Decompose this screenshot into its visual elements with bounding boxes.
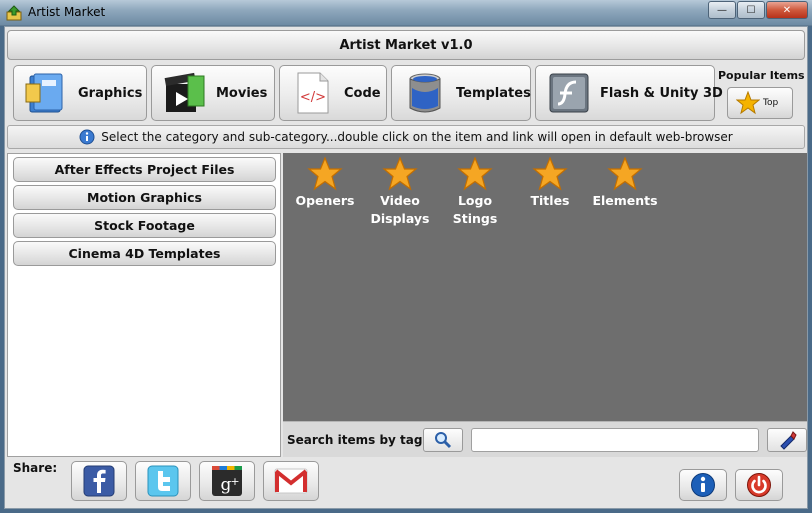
star-icon: [307, 157, 343, 191]
info-icon: [691, 473, 715, 497]
top-items-button[interactable]: Top: [727, 87, 793, 119]
item-label: Openers: [295, 193, 355, 208]
eraser-pen-icon: [780, 431, 797, 450]
item-video-displays[interactable]: Video Displays: [362, 157, 438, 227]
category-templates-button[interactable]: Templates: [391, 65, 531, 121]
item-label: Titles: [530, 193, 570, 208]
graphics-book-icon: [25, 73, 63, 113]
star-icon: [457, 157, 493, 191]
item-label: Logo: [457, 193, 493, 208]
subcategory-cinema-4d-button[interactable]: Cinema 4D Templates: [13, 241, 276, 266]
clear-search-button[interactable]: [767, 428, 807, 452]
item-logo-stings[interactable]: Logo Stings: [437, 157, 513, 227]
item-label-line2: Stings: [452, 211, 498, 226]
share-twitter-button[interactable]: [135, 461, 191, 501]
item-elements[interactable]: Elements: [587, 157, 663, 211]
hint-text: Select the category and sub-category...d…: [101, 130, 733, 144]
about-info-button[interactable]: [679, 469, 727, 501]
item-titles[interactable]: Titles: [512, 157, 588, 211]
star-icon: [607, 157, 643, 191]
top-button-label: Top: [763, 98, 779, 108]
star-icon: [382, 157, 418, 191]
share-gmail-button[interactable]: [263, 461, 319, 501]
category-label: Code: [344, 85, 381, 101]
power-icon: [747, 473, 771, 497]
film-clapper-icon: [164, 72, 205, 112]
category-label: Movies: [216, 85, 268, 101]
category-graphics-button[interactable]: Graphics: [13, 65, 147, 121]
subcategory-panel: After Effects Project Files Motion Graph…: [7, 153, 281, 457]
search-bar: Search items by tags: [283, 421, 807, 457]
hint-bar: Select the category and sub-category...d…: [7, 125, 805, 149]
category-label: Graphics: [78, 85, 143, 101]
svg-text:+: +: [230, 475, 239, 488]
category-movies-button[interactable]: Movies: [151, 65, 275, 121]
search-label: Search items by tags: [287, 433, 430, 447]
app-header: Artist Market v1.0: [7, 30, 805, 60]
item-label: Video: [380, 193, 420, 208]
app-client-area: Artist Market v1.0 Graphics Movies </> C…: [4, 26, 808, 509]
gmail-icon: [274, 468, 308, 494]
category-flash-unity-button[interactable]: Flash & Unity 3D: [535, 65, 723, 121]
category-code-button[interactable]: </> Code: [279, 65, 387, 121]
paint-bucket-icon: [409, 73, 441, 113]
share-facebook-button[interactable]: [71, 461, 127, 501]
facebook-icon: [83, 465, 115, 497]
flash-icon: [549, 73, 589, 113]
star-icon: [532, 157, 568, 191]
window-titlebar: Artist Market — ☐ ✕: [0, 0, 812, 26]
subcategory-motion-graphics-button[interactable]: Motion Graphics: [13, 185, 276, 210]
exit-power-button[interactable]: [735, 469, 783, 501]
app-icon: [6, 5, 22, 21]
search-button[interactable]: [423, 428, 463, 452]
item-label: Elements: [592, 193, 658, 208]
subcategory-stock-footage-button[interactable]: Stock Footage: [13, 213, 276, 238]
maximize-button[interactable]: ☐: [737, 1, 765, 19]
close-button[interactable]: ✕: [766, 1, 808, 19]
share-label: Share:: [13, 461, 58, 475]
share-googleplus-button[interactable]: g +: [199, 461, 255, 501]
item-openers[interactable]: Openers: [287, 157, 363, 211]
twitter-icon: [147, 465, 179, 497]
code-tag-icon: </>: [297, 72, 329, 114]
category-label: Templates: [456, 85, 531, 101]
minimize-button[interactable]: —: [708, 1, 736, 19]
category-label: Flash & Unity 3D: [600, 85, 723, 101]
popular-items-label: Popular Items: [718, 69, 805, 82]
svg-text:</>: </>: [300, 90, 326, 105]
item-label-line2: Displays: [370, 211, 430, 226]
items-panel: Openers Video Displays Logo Stings Title…: [283, 153, 807, 421]
subcategory-after-effects-button[interactable]: After Effects Project Files: [13, 157, 276, 182]
star-icon: [736, 91, 760, 115]
search-icon: [435, 432, 452, 449]
google-plus-icon: g +: [212, 466, 242, 496]
window-title: Artist Market: [28, 5, 106, 19]
app-header-title: Artist Market v1.0: [339, 37, 473, 53]
search-input[interactable]: [471, 428, 759, 452]
info-icon: [79, 129, 95, 145]
